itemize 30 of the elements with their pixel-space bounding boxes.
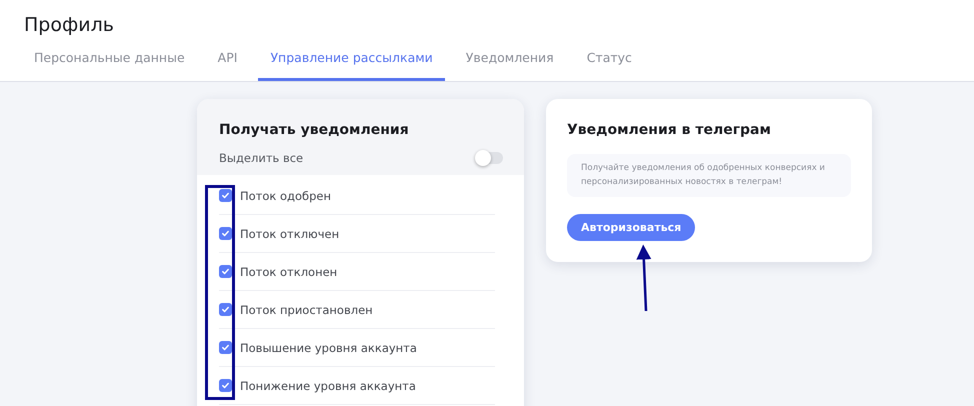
checkbox-label: Повышение уровня аккаунта (240, 340, 417, 354)
card-title: Уведомления в телеграм (567, 121, 772, 139)
checkbox[interactable] (219, 265, 232, 278)
check-icon (221, 229, 230, 238)
tab[interactable]: API (206, 49, 250, 81)
checkbox[interactable] (219, 341, 232, 354)
check-icon (221, 305, 230, 314)
checkbox[interactable] (219, 303, 232, 316)
check-icon (221, 381, 230, 390)
checkbox[interactable] (219, 227, 232, 240)
info-text: Получайте уведомления об одобренных конверсиях и персонализированных новостях в телеграм! (567, 154, 851, 197)
checkbox-label: Поток приостановлен (240, 302, 373, 316)
checkbox-label: Понижение уровня аккаунта (240, 378, 416, 392)
check-icon (221, 343, 230, 352)
authorize-button[interactable]: Авторизоваться (567, 214, 696, 241)
select-all-toggle[interactable] (477, 152, 503, 164)
tab[interactable]: Персональные данные (22, 49, 197, 81)
checkbox[interactable] (219, 379, 232, 392)
page-title: Профиль (24, 13, 115, 38)
checkbox[interactable] (219, 189, 232, 202)
checkbox-label: Поток отключен (240, 226, 340, 240)
tab[interactable]: Управление рассылками (258, 49, 445, 81)
select-all-label: Выделить все (219, 151, 304, 165)
tab[interactable]: Уведомления (454, 49, 566, 81)
checkbox-label: Поток отклонен (240, 264, 338, 278)
check-icon (221, 191, 230, 200)
card-title: Получать уведомления (219, 121, 410, 139)
checkbox-label: Поток одобрен (240, 188, 332, 202)
check-icon (221, 267, 230, 276)
tab[interactable]: Статус (574, 49, 644, 81)
